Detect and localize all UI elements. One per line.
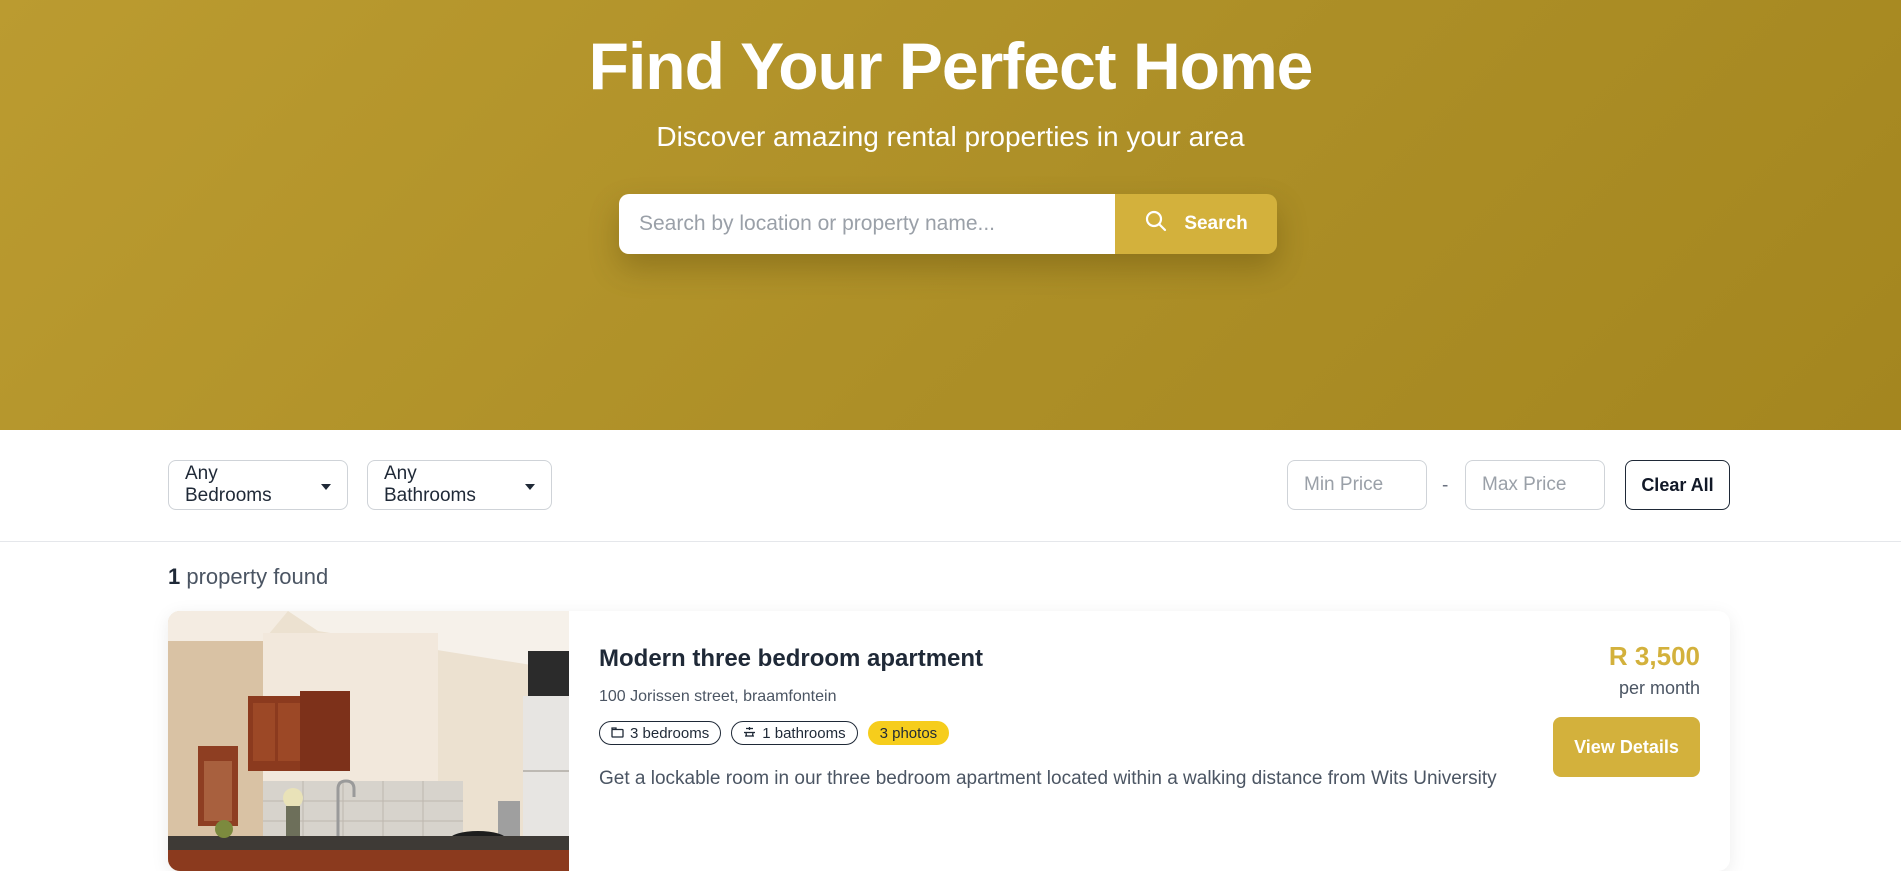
- property-address: 100 Jorissen street, braamfontein: [599, 688, 837, 705]
- property-title[interactable]: Modern three bedroom apartment: [599, 645, 983, 673]
- property-description: Get a lockable room in our three bedroom…: [599, 768, 1497, 789]
- bed-icon: [611, 725, 624, 742]
- price-period: per month: [1618, 678, 1700, 698]
- search-button-label: Search: [1184, 213, 1248, 234]
- view-details-button[interactable]: View Details: [1553, 717, 1700, 777]
- property-tags: 3 bedrooms 1 bathrooms 3 photos: [599, 721, 950, 745]
- hero-banner: Find Your Perfect Home Discover amazing …: [0, 0, 1901, 430]
- results-count-label: property found: [186, 564, 329, 589]
- property-price: R 3,500: [1608, 641, 1700, 671]
- min-price-input[interactable]: [1287, 460, 1427, 510]
- results-count-number: 1: [168, 564, 181, 589]
- bedrooms-tag-label: 3 bedrooms: [630, 724, 710, 742]
- search-button[interactable]: Search: [1115, 194, 1277, 254]
- bathrooms-tag: 1 bathrooms: [731, 721, 858, 745]
- hero-subtitle: Discover amazing rental properties in yo…: [656, 121, 1245, 152]
- chevron-down-icon: [525, 483, 535, 490]
- bedrooms-dropdown[interactable]: Any Bedrooms: [168, 460, 348, 510]
- kitchen-photo: [168, 611, 569, 871]
- property-image[interactable]: [168, 611, 569, 871]
- search-bar: Search: [619, 194, 1277, 254]
- clear-all-button[interactable]: Clear All: [1625, 460, 1730, 510]
- bedrooms-dropdown-label: Any Bedrooms: [185, 463, 272, 506]
- bedrooms-tag: 3 bedrooms: [599, 721, 722, 745]
- bath-icon: [743, 725, 756, 742]
- search-icon: [1144, 209, 1168, 239]
- bathrooms-dropdown[interactable]: Any Bathrooms: [367, 460, 552, 510]
- hero-title: Find Your Perfect Home: [588, 29, 1314, 103]
- chevron-down-icon: [321, 483, 331, 490]
- bathrooms-tag-label: 1 bathrooms: [762, 724, 846, 742]
- price-separator: -: [1442, 475, 1449, 496]
- photos-badge: 3 photos: [867, 721, 950, 745]
- results-count: 1 property found: [168, 564, 328, 590]
- filter-bar: Any Bedrooms Any Bathrooms - Clear All: [0, 430, 1901, 542]
- max-price-input[interactable]: [1465, 460, 1605, 510]
- search-input[interactable]: [619, 194, 1115, 254]
- bathrooms-dropdown-label: Any Bathrooms: [384, 463, 476, 506]
- property-card[interactable]: Modern three bedroom apartment 100 Joris…: [168, 611, 1730, 871]
